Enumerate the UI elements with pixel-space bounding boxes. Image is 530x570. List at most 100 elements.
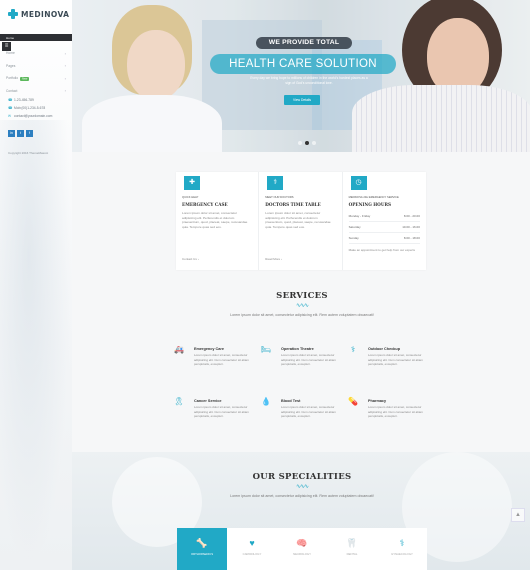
sidebar-item-label: Portfolio xyxy=(6,76,19,81)
contact-email[interactable]: ✉ contact@yourdomain.com xyxy=(8,112,70,120)
sidebar-item-label: Contact xyxy=(6,88,18,93)
cardiology-icon: ♥ xyxy=(249,538,255,548)
chevron-right-icon: › xyxy=(64,88,66,94)
dental-icon: 🦷 xyxy=(346,538,358,548)
sidebar-nav: Home › Pages › Portfolio New › Contact › xyxy=(6,47,68,97)
neurology-icon: 🧠 xyxy=(296,538,308,548)
stethoscope-icon: ⚕ xyxy=(350,345,356,354)
chevron-right-icon: › xyxy=(64,63,66,69)
sidebar-item-label: Home xyxy=(6,51,15,56)
contact-phone: ☎ 1-23-456-789 xyxy=(8,98,34,102)
sidebar-menu-bar[interactable]: Home xyxy=(0,34,72,41)
pills-icon: 💊 xyxy=(348,397,358,406)
specialities-tabs: 🦴 ORTHOPAEDICS ♥ CARDIOLOGY 🧠 NEUROLOGY … xyxy=(177,528,427,570)
tab-gynaecology[interactable]: ⚕ GYNAECOLOGY xyxy=(377,528,427,570)
service-outdoor-checkup[interactable]: ⚕ Outdoor Checkup Lorem ipsum dolor sit … xyxy=(346,345,424,385)
opening-hours-list: Monday - Friday 8.00 - 20.00 Saturday 10.0… xyxy=(348,211,420,244)
service-text: Lorem ipsum dolor sit amet, consectetur … xyxy=(368,405,423,419)
service-operation-theatre[interactable]: 🛏 Operation Theatre Lorem ipsum dolor si… xyxy=(259,345,337,385)
slider-dot[interactable] xyxy=(312,141,316,145)
contact-us-link[interactable]: Contact Us › xyxy=(182,257,199,261)
service-text: Lorem ipsum dolor sit amet, consectetur … xyxy=(368,353,423,367)
chevron-right-icon: › xyxy=(64,50,66,56)
ambulance-icon: ✚ xyxy=(184,176,200,190)
slider-dot-active[interactable] xyxy=(305,141,309,145)
card-text: Lorem ipsum dolor sit amet, consectetur … xyxy=(182,211,248,229)
facebook-icon[interactable]: f xyxy=(26,130,33,137)
tab-label: CARDIOLOGY xyxy=(242,552,262,556)
specialities-subtitle: Lorem ipsum dolor sit amet, consectetur … xyxy=(230,494,374,498)
mail-icon: ✉ xyxy=(8,114,11,118)
service-pharmacy[interactable]: 💊 Pharmacy Lorem ipsum dolor sit amet, c… xyxy=(346,397,424,437)
hours-note: Make an appointment to get help from our… xyxy=(348,248,415,252)
phone-icon: ☎ xyxy=(8,106,13,110)
view-details-button[interactable]: View Details xyxy=(284,95,320,105)
linkedin-icon[interactable]: in xyxy=(8,130,15,137)
scroll-to-top-button[interactable]: ▲ xyxy=(511,508,525,522)
doctors-card: ⚕ MEET OUR DOCTORS DOCTORS TIME TABLE Lo… xyxy=(259,172,343,270)
chevron-right-icon: › xyxy=(64,75,66,81)
service-text: Lorem ipsum dolor sit amet, consectetur … xyxy=(194,405,249,419)
tab-orthopaedics[interactable]: 🦴 ORTHOPAEDICS xyxy=(177,528,227,570)
hours-row: Saturday 10.00 - 16.00 xyxy=(348,222,420,233)
tab-dental[interactable]: 🦷 DENTAL xyxy=(327,528,377,570)
card-text: Lorem ipsum dolor sit amet, consectetur … xyxy=(265,211,331,229)
service-title: Blood Test xyxy=(281,399,301,403)
hero-kicker: WE PROVIDE TOTAL xyxy=(256,37,352,49)
twitter-icon[interactable]: t xyxy=(17,130,24,137)
sidebar-item-pages[interactable]: Pages › xyxy=(6,60,68,73)
slider-dots xyxy=(298,141,316,145)
emergency-card: ✚ QUICK HELP EMERGENCY CASE Lorem ipsum … xyxy=(176,172,260,270)
medical-cross-icon xyxy=(8,9,18,19)
arrow-right-icon: › xyxy=(280,257,282,261)
brand-name: MEDINOVA xyxy=(21,9,70,19)
service-emergency-care[interactable]: 🚑 Emergency Care Lorem ipsum dolor sit a… xyxy=(172,345,250,385)
service-text: Lorem ipsum dolor sit amet, consectetur … xyxy=(281,353,336,367)
service-blood-test[interactable]: 💧 Blood Test Lorem ipsum dolor sit amet,… xyxy=(259,397,337,437)
tab-label: DENTAL xyxy=(346,552,358,556)
hours-row: Sunday 8.00 - 18.00 xyxy=(348,233,420,244)
specialities-title: OUR SPECIALITIES xyxy=(252,472,352,482)
card-title: DOCTORS TIME TABLE xyxy=(265,202,321,207)
info-cards: ✚ QUICK HELP EMERGENCY CASE Lorem ipsum … xyxy=(176,172,426,270)
sidebar-contact: ☎ 1-23-456-789 ☎ Mob:(00)1-234-5-678 ✉ cont… xyxy=(8,96,70,120)
sidebar: MEDINOVA Home ≡ Home › Pages › Portfolio… xyxy=(0,0,72,570)
slider-dot[interactable] xyxy=(298,141,302,145)
hours-row: Monday - Friday 8.00 - 20.00 xyxy=(348,211,420,222)
service-text: Lorem ipsum dolor sit amet, consectetur … xyxy=(281,405,336,419)
contact-mobile: ☎ Mob:(00)1-234-5-678 xyxy=(8,106,46,110)
ambulance-icon: 🚑 xyxy=(174,345,184,354)
hours-card: ◷ MEDINOVA 24H EMERGENCY SERVICE OPENING… xyxy=(343,172,426,270)
card-kicker: QUICK HELP xyxy=(182,196,199,199)
hero-subtitle: Every day we bring hope to millions of c… xyxy=(250,76,368,85)
cancer-ribbon-icon: 🎗 xyxy=(173,397,185,406)
read-more-link[interactable]: Read More › xyxy=(265,257,282,261)
service-text: Lorem ipsum dolor sit amet, consectetur … xyxy=(194,353,249,367)
dna-divider-icon: ∿∿∿ xyxy=(295,484,309,490)
chevron-up-icon: ▲ xyxy=(515,512,521,518)
sidebar-background-image xyxy=(0,120,72,570)
sidebar-item-home[interactable]: Home › xyxy=(6,47,68,60)
sidebar-item-portfolio[interactable]: Portfolio New › xyxy=(6,72,68,85)
new-badge: New xyxy=(20,76,30,81)
tab-cardiology[interactable]: ♥ CARDIOLOGY xyxy=(227,528,277,570)
orthopaedics-icon: 🦴 xyxy=(196,538,208,548)
tab-neurology[interactable]: 🧠 NEUROLOGY xyxy=(277,528,327,570)
service-cancer-service[interactable]: 🎗 Cancer Service Lorem ipsum dolor sit a… xyxy=(172,397,250,437)
service-title: Emergency Care xyxy=(194,347,224,351)
logo[interactable]: MEDINOVA xyxy=(8,9,69,19)
sidebar-item-label: Pages xyxy=(6,63,16,68)
hero-title: HEALTH CARE SOLUTION xyxy=(210,54,396,74)
menu-bar-label: Home xyxy=(6,35,15,40)
hero-slider: WE PROVIDE TOTAL HEALTH CARE SOLUTION Ev… xyxy=(72,0,530,152)
card-kicker: MEET OUR DOCTORS xyxy=(265,196,294,199)
doctor-icon: ⚕ xyxy=(267,176,284,190)
services-subtitle: Lorem ipsum dolor sit amet, consectetur … xyxy=(230,313,374,317)
gynaecology-icon: ⚕ xyxy=(399,538,405,548)
tab-label: ORTHOPAEDICS xyxy=(190,552,214,556)
dna-divider-icon: ∿∿∿ xyxy=(295,303,309,309)
blood-drop-icon: 💧 xyxy=(261,397,271,406)
service-title: Pharmacy xyxy=(368,399,387,403)
copyright: Copyright 2016 ThemeMascot xyxy=(8,151,49,155)
service-title: Cancer Service xyxy=(194,399,222,403)
